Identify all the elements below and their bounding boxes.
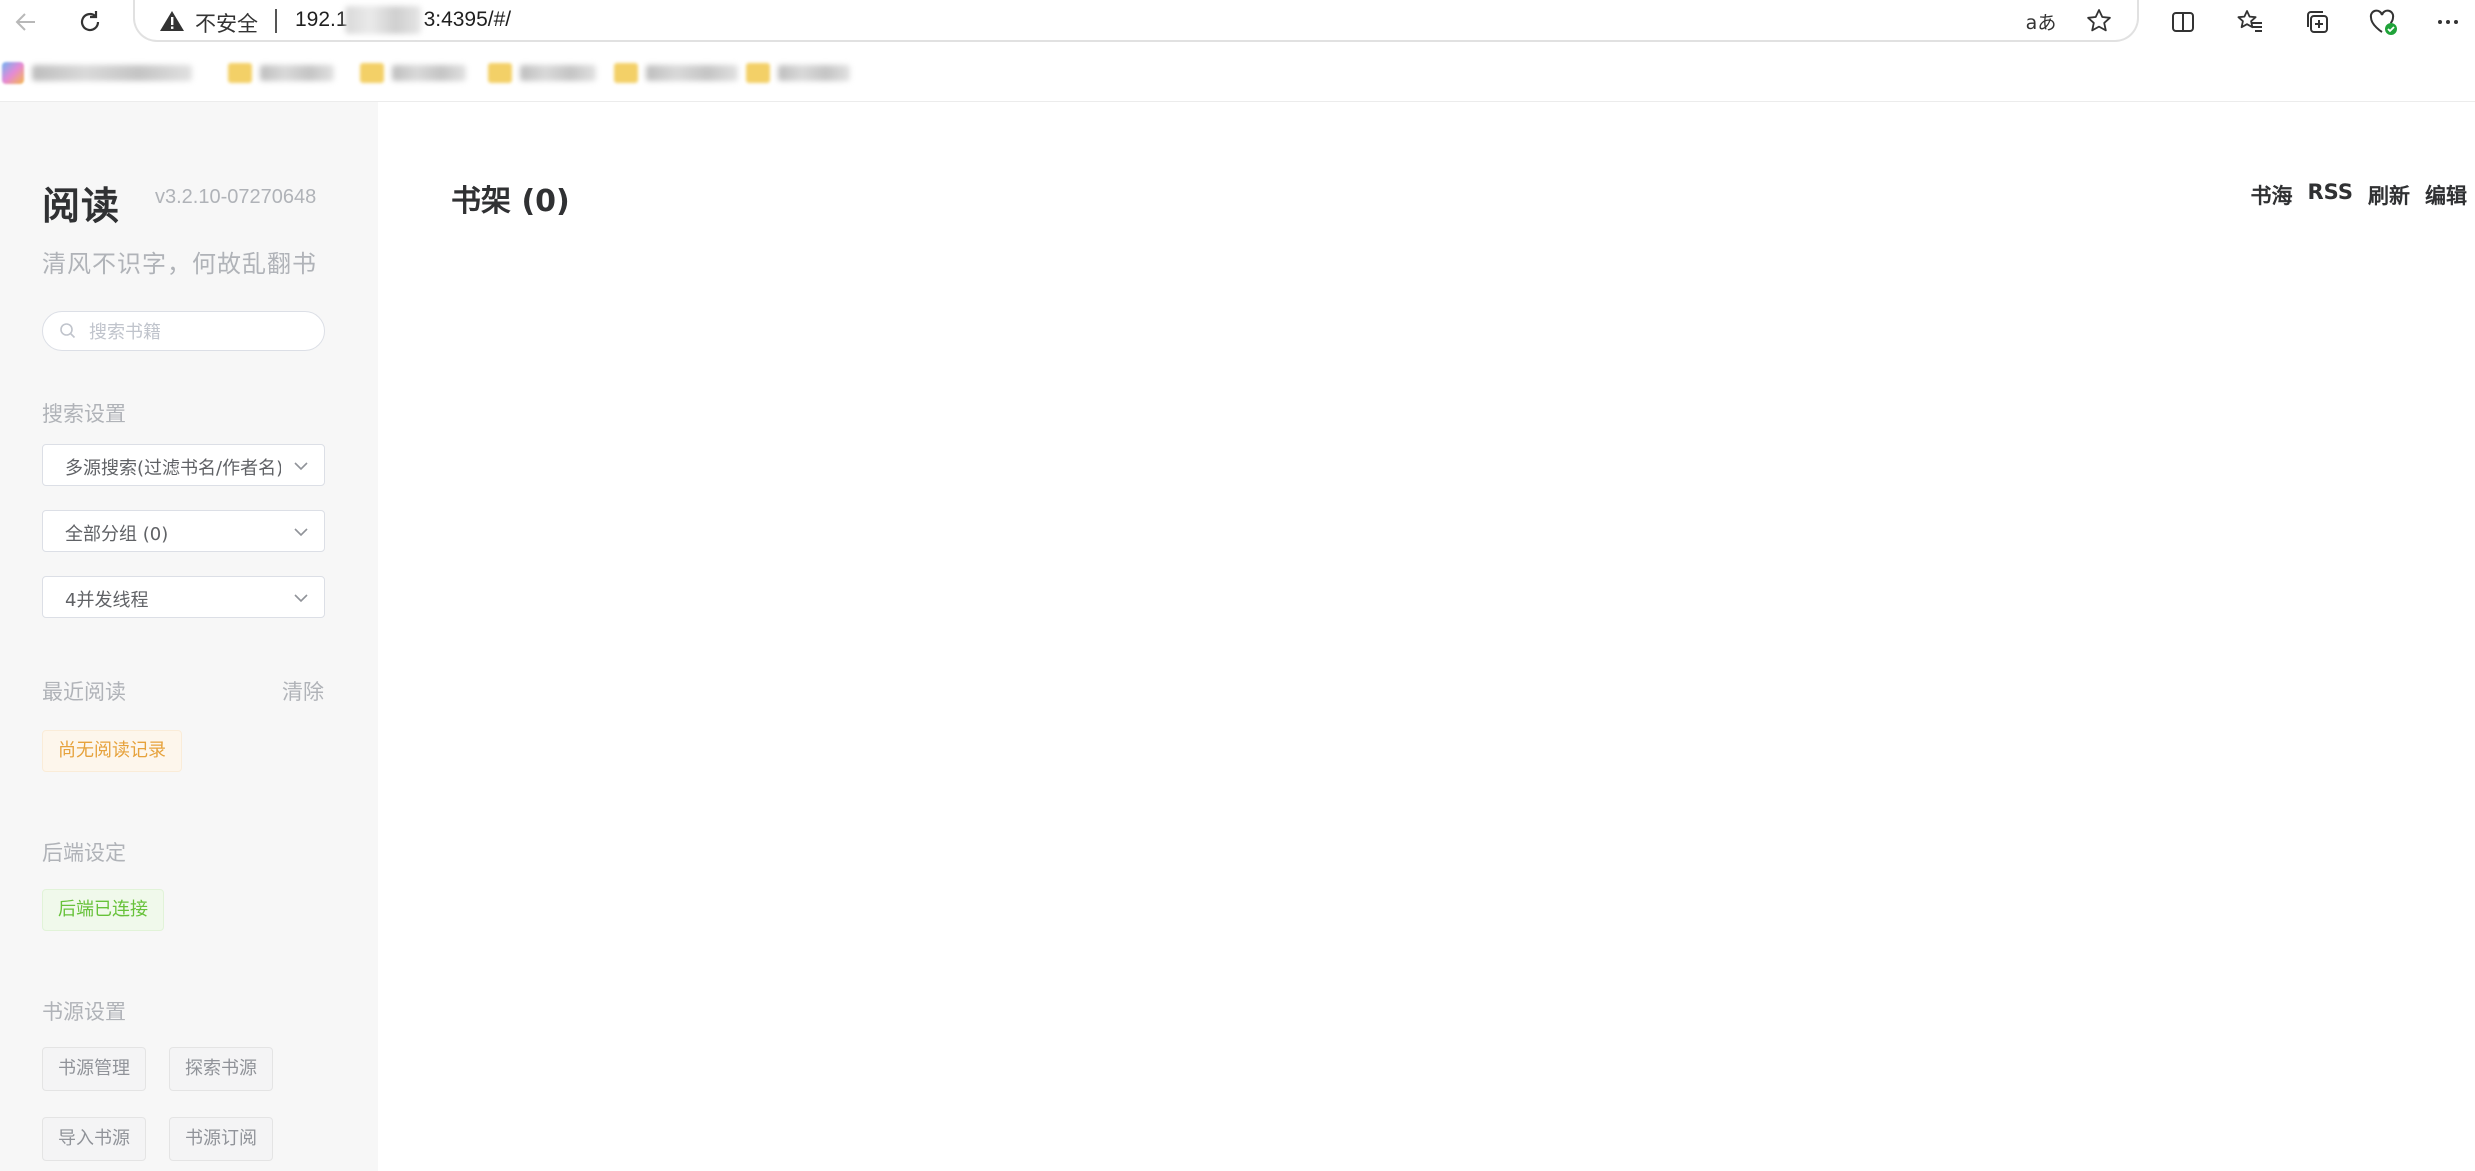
read-aloud-icon[interactable]: aあ — [2025, 5, 2057, 37]
refresh-link[interactable]: 刷新 — [2368, 180, 2410, 210]
thread-count-value: 4并发线程 — [65, 590, 149, 611]
search-box[interactable] — [42, 311, 325, 351]
bookmark-label-redacted — [260, 65, 334, 81]
bookmark-label-redacted — [778, 65, 850, 81]
app-slogan: 清风不识字，何故乱翻书 — [42, 250, 317, 278]
group-value: 全部分组 (0) — [65, 524, 169, 545]
folder-icon — [746, 63, 770, 83]
chevron-down-icon — [292, 523, 310, 545]
back-button[interactable] — [6, 2, 46, 42]
warning-icon — [159, 9, 185, 37]
bookmark-item[interactable] — [2, 59, 192, 87]
address-bar[interactable]: 不安全 192.1 3:4395/#/ aあ — [133, 0, 2139, 42]
url-suffix: 3:4395/#/ — [423, 8, 512, 31]
book-sea-link[interactable]: 书海 — [2251, 180, 2293, 210]
more-menu-icon[interactable] — [2428, 2, 2468, 42]
no-reading-history-tag: 尚无阅读记录 — [42, 730, 182, 772]
address-separator — [275, 9, 277, 33]
url-prefix: 192.1 — [295, 8, 348, 31]
thread-count-select[interactable]: 4并发线程 — [42, 576, 325, 618]
bookmark-label-redacted — [32, 65, 192, 81]
source-settings-title: 书源设置 — [42, 1000, 126, 1024]
arrow-left-icon — [15, 13, 35, 31]
import-sources-button[interactable]: 导入书源 — [42, 1117, 146, 1161]
source-mode-select[interactable]: 多源搜索(过滤书名/作者名) — [42, 444, 325, 486]
bookmark-label-redacted — [646, 65, 738, 81]
bookmark-folder[interactable] — [488, 59, 596, 87]
folder-icon — [228, 63, 252, 83]
app-title: 阅读 — [42, 184, 121, 228]
rss-link[interactable]: RSS — [2308, 180, 2353, 210]
search-settings-title: 搜索设置 — [42, 402, 126, 426]
split-screen-icon[interactable] — [2163, 2, 2203, 42]
bookshelf-panel: 书架 (0) 书海 RSS 刷新 编辑 — [378, 102, 2475, 1171]
recent-reading-title: 最近阅读 — [42, 680, 126, 704]
bookmarks-bar — [0, 55, 2475, 95]
reload-icon — [80, 11, 100, 32]
sidebar: 阅读 v3.2.10-07270648 清风不识字，何故乱翻书 搜索设置 多源搜… — [0, 102, 378, 1171]
search-input[interactable] — [87, 318, 311, 346]
folder-icon — [614, 63, 638, 83]
bookmark-label-redacted — [392, 65, 466, 81]
search-icon — [59, 322, 77, 344]
bookshelf-actions: 书海 RSS 刷新 编辑 — [2236, 180, 2467, 210]
bookmark-label-redacted — [520, 65, 596, 81]
url-redacted — [345, 6, 421, 34]
app-bookmark-icon — [2, 62, 24, 84]
bookmark-folder[interactable] — [614, 59, 738, 87]
source-manage-button[interactable]: 书源管理 — [42, 1047, 146, 1091]
favorites-list-icon[interactable] — [2230, 2, 2270, 42]
folder-icon — [488, 63, 512, 83]
bookmark-folder[interactable] — [360, 59, 466, 87]
chevron-down-icon — [292, 457, 310, 479]
group-select[interactable]: 全部分组 (0) — [42, 510, 325, 552]
folder-icon — [360, 63, 384, 83]
source-subscription-button[interactable]: 书源订阅 — [169, 1117, 273, 1161]
bookmark-folder[interactable] — [746, 59, 850, 87]
app-version: v3.2.10-07270648 — [155, 186, 317, 208]
bookshelf-title: 书架 (0) — [451, 184, 570, 219]
backend-status-tag[interactable]: 后端已连接 — [42, 889, 164, 931]
edit-link[interactable]: 编辑 — [2425, 180, 2467, 210]
clear-recent-button[interactable]: 清除 — [282, 676, 324, 706]
browser-toolbar: 不安全 192.1 3:4395/#/ aあ — [0, 0, 2475, 42]
favorite-star-icon[interactable] — [2083, 5, 2115, 37]
explore-sources-button[interactable]: 探索书源 — [169, 1047, 273, 1091]
source-mode-value: 多源搜索(过滤书名/作者名) — [65, 458, 281, 479]
browser-essentials-icon[interactable] — [2363, 2, 2403, 42]
security-status[interactable]: 不安全 — [195, 8, 258, 38]
reload-button[interactable] — [70, 2, 110, 42]
chevron-down-icon — [292, 589, 310, 611]
backend-settings-title: 后端设定 — [42, 841, 126, 865]
collections-icon[interactable] — [2297, 2, 2337, 42]
bookmark-folder[interactable] — [228, 59, 334, 87]
